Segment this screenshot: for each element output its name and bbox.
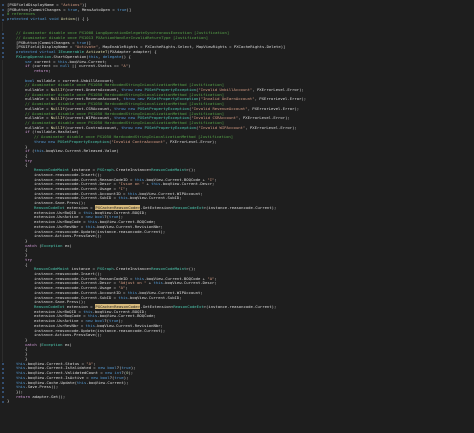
code-token: , PXErrorLevel.Error); xyxy=(238,115,290,121)
code-token: ReasonCodeExt xyxy=(173,304,204,309)
code-token: () { } xyxy=(74,16,89,22)
code-text: catch (Exception ex) xyxy=(25,341,72,348)
code-token: .boqView.Current.Released.Value) xyxy=(43,148,119,154)
gutter-dot-icon xyxy=(1,377,4,380)
gutter-dot-icon xyxy=(1,56,4,59)
code-token: instance.Actions.PressSave(); xyxy=(34,233,102,239)
code-token: true xyxy=(67,6,78,12)
code-token: adapter.Get(); xyxy=(32,393,66,399)
code-token: PXSetPropertyException xyxy=(57,138,109,144)
code-text: protected virtual void Action() { } xyxy=(7,16,89,22)
code-token: ; xyxy=(214,176,217,182)
gutter-dot-icon xyxy=(1,9,4,12)
code-line[interactable]: } xyxy=(0,399,474,404)
gutter-dot-icon xyxy=(1,400,4,403)
gutter-dot-icon xyxy=(1,37,4,40)
code-token: if xyxy=(25,129,33,135)
code-token: this xyxy=(34,148,44,154)
code-token: >(instance.reasoncode.Current); xyxy=(203,304,277,309)
code-token: >(); xyxy=(186,266,196,272)
code-token: instance.Actions.PressSave(); xyxy=(34,332,102,338)
code-token: , PXErrorLevel.Error); xyxy=(254,96,307,102)
code-token: , PXErrorLevel.Error); xyxy=(252,86,304,92)
code-token: Action xyxy=(60,16,75,22)
code-token: .CreateInstance< xyxy=(113,266,152,272)
code-token: this xyxy=(153,280,163,286)
code-token: .boqView.Current.Descr; xyxy=(162,280,217,286)
gutter-dot-icon xyxy=(1,46,4,49)
code-token: return xyxy=(16,393,33,399)
code-text: catch (Exception ex) xyxy=(25,242,72,249)
gutter-dot-icon xyxy=(1,386,4,389)
gutter-dot-icon xyxy=(1,51,4,54)
code-token: .boqView.Current.SubID; xyxy=(127,294,182,300)
code-token: ex) xyxy=(64,242,72,248)
code-token: } xyxy=(7,398,10,404)
code-token: throw new xyxy=(34,138,58,144)
code-token: this xyxy=(118,195,128,201)
code-token: throw new xyxy=(121,124,145,130)
code-token: >(); xyxy=(186,167,196,173)
gutter-dot-icon xyxy=(1,13,4,16)
code-token: Exception xyxy=(41,341,65,347)
code-text: return adapter.Get(); xyxy=(16,393,66,400)
gutter-dot-icon xyxy=(1,18,4,21)
code-text: return; xyxy=(34,68,51,74)
code-token: return xyxy=(34,68,49,74)
code-token: .boqView.Current); xyxy=(86,379,129,385)
gutter-dot-icon xyxy=(1,367,4,370)
code-token: .boqView.Current.SubID; xyxy=(127,195,182,201)
code-text: { xyxy=(25,261,28,268)
code-text: instance.Actions.PressSave(); xyxy=(34,332,102,338)
code-text: } xyxy=(7,399,9,404)
gutter-dot-icon xyxy=(1,4,4,7)
code-token: () { xyxy=(121,53,131,59)
gutter-dot-icon xyxy=(1,42,4,45)
code-token: "Invalid WIPAccount" xyxy=(198,124,246,130)
code-text: throw new PXSetPropertyException("Invali… xyxy=(34,138,217,145)
code-token: protected virtual void xyxy=(7,16,61,22)
code-editor[interactable]: [PXDFieldDisplayName = "Actions")] [PXBut… xyxy=(0,0,474,433)
code-token: || current.Status == xyxy=(71,63,122,69)
code-token: )] xyxy=(126,6,132,12)
gutter-dot-icon xyxy=(1,362,4,365)
code-token: if xyxy=(25,63,33,69)
code-token: ; xyxy=(48,68,51,74)
code-token: ReasonCodeExt xyxy=(173,204,204,210)
code-token: , PXErrorLevel.Error); xyxy=(247,105,300,111)
code-token: ) xyxy=(128,63,131,69)
gutter-dot-icon xyxy=(1,381,4,384)
gutter-dot-icon xyxy=(1,391,4,394)
gutter-marker xyxy=(0,399,5,404)
code-token: this xyxy=(76,379,87,385)
gutter-dot-icon xyxy=(1,372,4,375)
gutter-dot-icon xyxy=(1,396,4,399)
code-token: .Save.Press(); xyxy=(25,384,59,390)
code-token: ReasonCodeMaint xyxy=(151,167,187,173)
code-token: .boqView.Current.Descr; xyxy=(160,181,215,187)
code-token: { xyxy=(25,162,28,168)
code-token: PXSetPropertyException xyxy=(144,124,197,130)
code-token: ReasonCodeMaint xyxy=(151,266,187,272)
code-text: if (this.boqView.Current.Released.Value) xyxy=(25,148,119,154)
code-token: >(instance.reasoncode.Current); xyxy=(203,204,277,210)
code-token: , MenuAutoOpen = xyxy=(77,6,118,12)
code-token: , PXErrorLevel.Error); xyxy=(165,138,217,144)
code-token: .CreateInstance< xyxy=(113,167,152,173)
code-token: ex) xyxy=(64,341,72,347)
code-area[interactable]: [PXDFieldDisplayName = "Actions")] [PXBut… xyxy=(0,2,474,404)
code-token: ); xyxy=(128,370,134,376)
code-token: , PXErrorLevel.Error); xyxy=(245,124,297,130)
gutter-dot-icon xyxy=(1,32,4,35)
code-token: "Invalid ContraAccount" xyxy=(111,138,166,144)
code-text: instance.Actions.PressSave(); xyxy=(34,233,102,239)
code-token: Exception xyxy=(41,242,65,248)
code-token: null xyxy=(60,63,72,69)
code-token: this xyxy=(151,181,161,187)
code-text: { xyxy=(25,163,27,168)
code-token: this xyxy=(118,294,128,300)
code-token: { xyxy=(25,261,28,267)
